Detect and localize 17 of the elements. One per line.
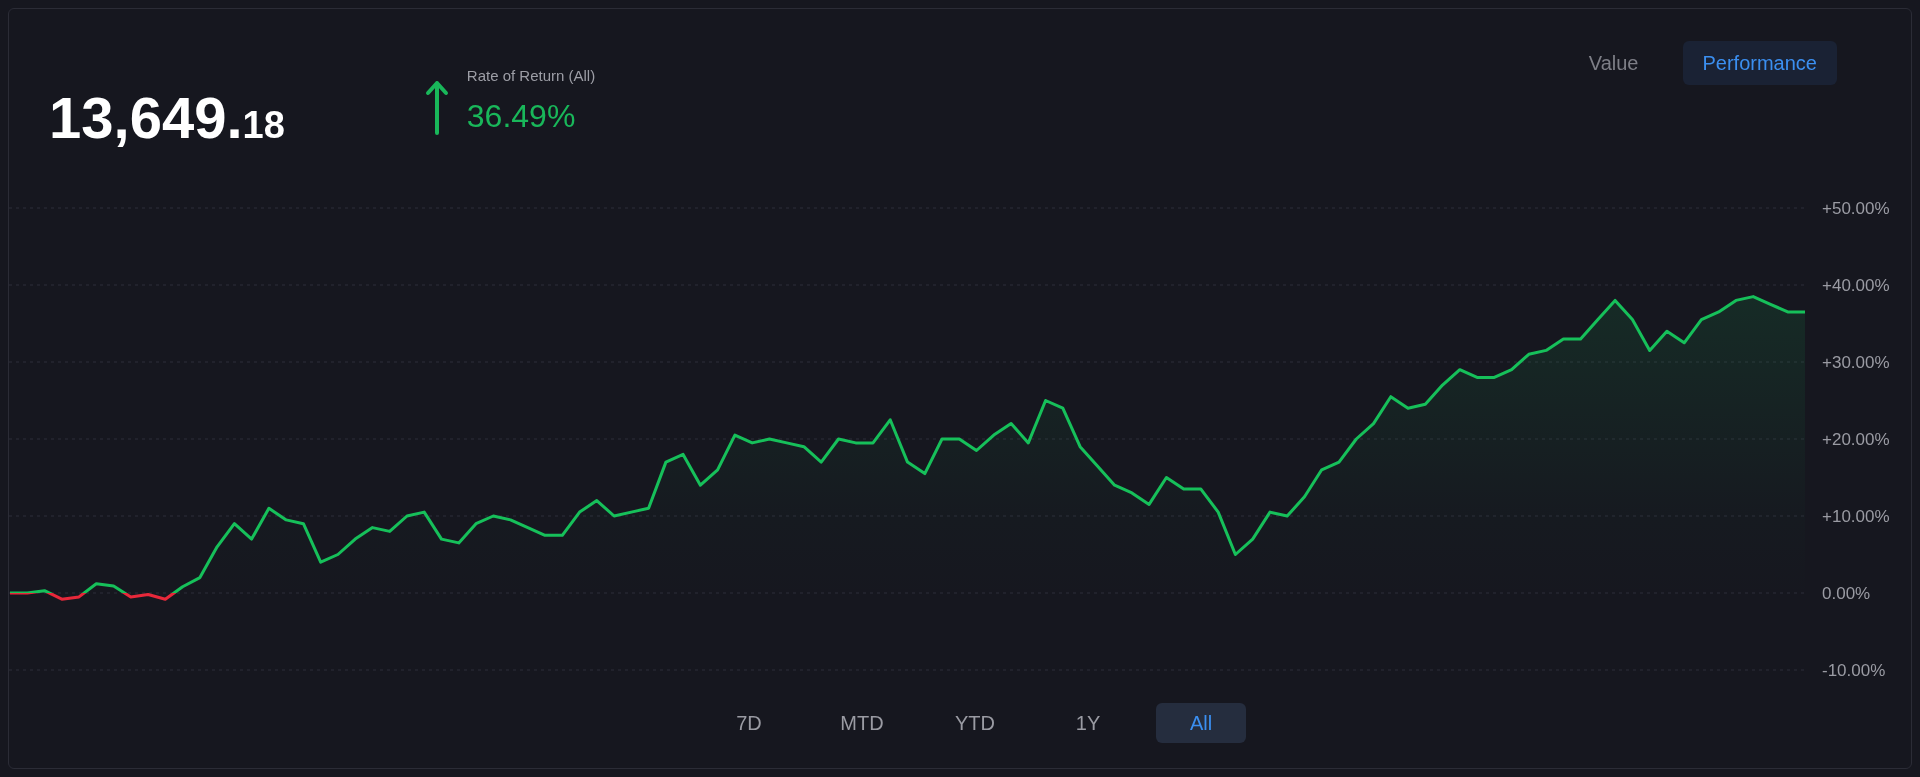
period-tab[interactable]: 7D [704, 703, 794, 743]
axis-tick-label: +50.00% [1822, 199, 1890, 218]
period-tab[interactable]: All [1156, 703, 1246, 743]
axis-tick-label: +10.00% [1822, 507, 1890, 526]
period-tab[interactable]: MTD [817, 703, 907, 743]
return-value: 36.49% [466, 96, 577, 136]
balance-amount: 13,649.18 [49, 89, 285, 147]
view-tab[interactable]: Value [1568, 41, 1659, 85]
view-tab[interactable]: Performance [1682, 41, 1837, 85]
period-tab[interactable]: 1Y [1043, 703, 1133, 743]
axis-tick-label: -10.00% [1822, 661, 1886, 680]
axis-tick-label: +30.00% [1822, 353, 1890, 372]
axis-tick-label: +40.00% [1822, 276, 1890, 295]
return-label: Rate of Return (All) [466, 66, 596, 86]
period-tab[interactable]: YTD [930, 703, 1020, 743]
axis-tick-label: +20.00% [1822, 430, 1890, 449]
axis-tick-label: 0.00% [1822, 584, 1871, 603]
